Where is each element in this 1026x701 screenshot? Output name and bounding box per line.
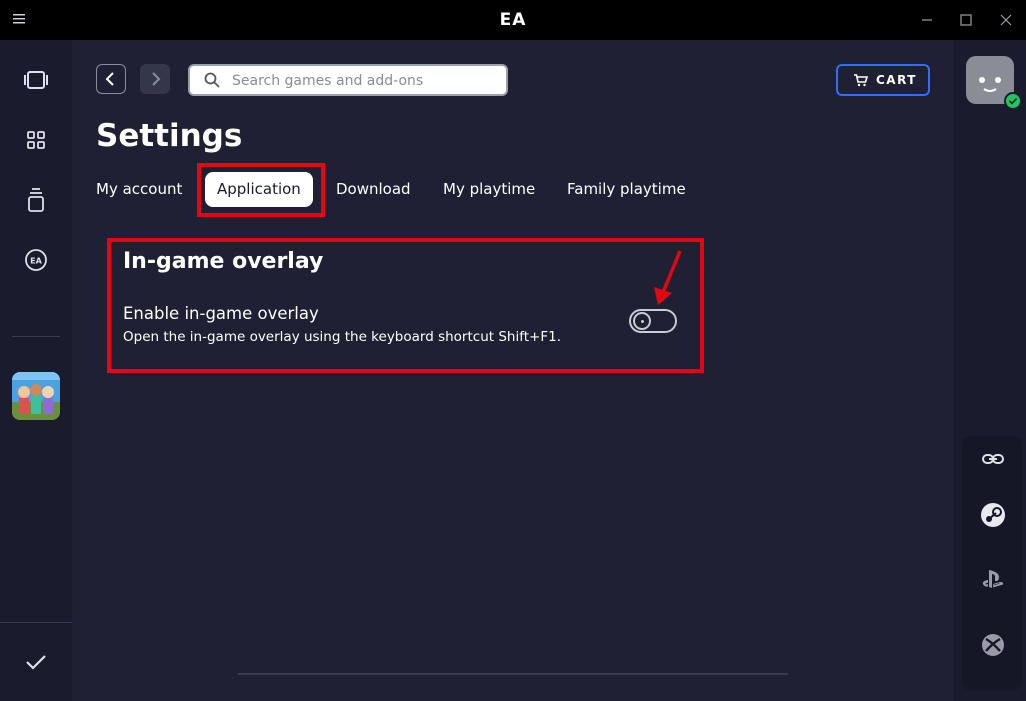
cart-icon [854,74,868,87]
setting-label: Enable in-game overlay [123,304,319,323]
discover-icon[interactable] [22,66,50,94]
playstation-icon[interactable] [980,566,1006,592]
chevron-left-icon [105,72,114,86]
page-title: Settings [96,118,243,154]
right-sidebar [954,40,1026,701]
library-icon[interactable] [22,126,50,154]
game-thumbnail[interactable] [12,372,60,420]
nav-divider [12,336,60,337]
online-status-icon [1004,92,1022,110]
app-title: EA [499,10,527,30]
search-icon [204,72,220,88]
cart-label: CART [876,73,917,87]
tab-download[interactable]: Download [336,180,411,198]
red-arrow-icon [654,250,682,305]
platform-panel [962,436,1022,690]
tab-family-playtime[interactable]: Family playtime [567,180,686,198]
back-button[interactable] [96,64,126,94]
maximize-icon[interactable] [957,11,975,29]
chevron-right-icon [152,72,161,86]
tab-my-playtime[interactable]: My playtime [443,180,535,198]
link-icon[interactable] [980,446,1006,472]
cart-button[interactable]: CART [836,64,930,96]
toggle-knob [633,312,651,330]
left-sidebar: EA [0,40,72,701]
search-box[interactable] [188,64,508,96]
tab-application[interactable]: Application [205,172,313,207]
ea-play-icon[interactable]: EA [22,246,50,274]
close-icon[interactable] [997,11,1015,29]
search-input[interactable] [230,70,494,92]
overlay-toggle[interactable] [629,309,677,333]
steam-icon[interactable] [980,502,1006,528]
scroll-indicator [238,673,788,675]
nav-divider [0,622,72,623]
title-bar: EA [0,0,1026,40]
downloads-icon[interactable] [22,186,50,214]
minimize-icon[interactable] [918,11,936,29]
xbox-icon[interactable] [980,632,1006,658]
checkmark-icon[interactable] [22,648,50,676]
setting-description: Open the in-game overlay using the keybo… [123,329,561,345]
forward-button[interactable] [140,64,170,94]
svg-text:EA: EA [30,257,42,266]
section-title: In-game overlay [123,249,324,274]
tab-my-account[interactable]: My account [96,180,182,198]
